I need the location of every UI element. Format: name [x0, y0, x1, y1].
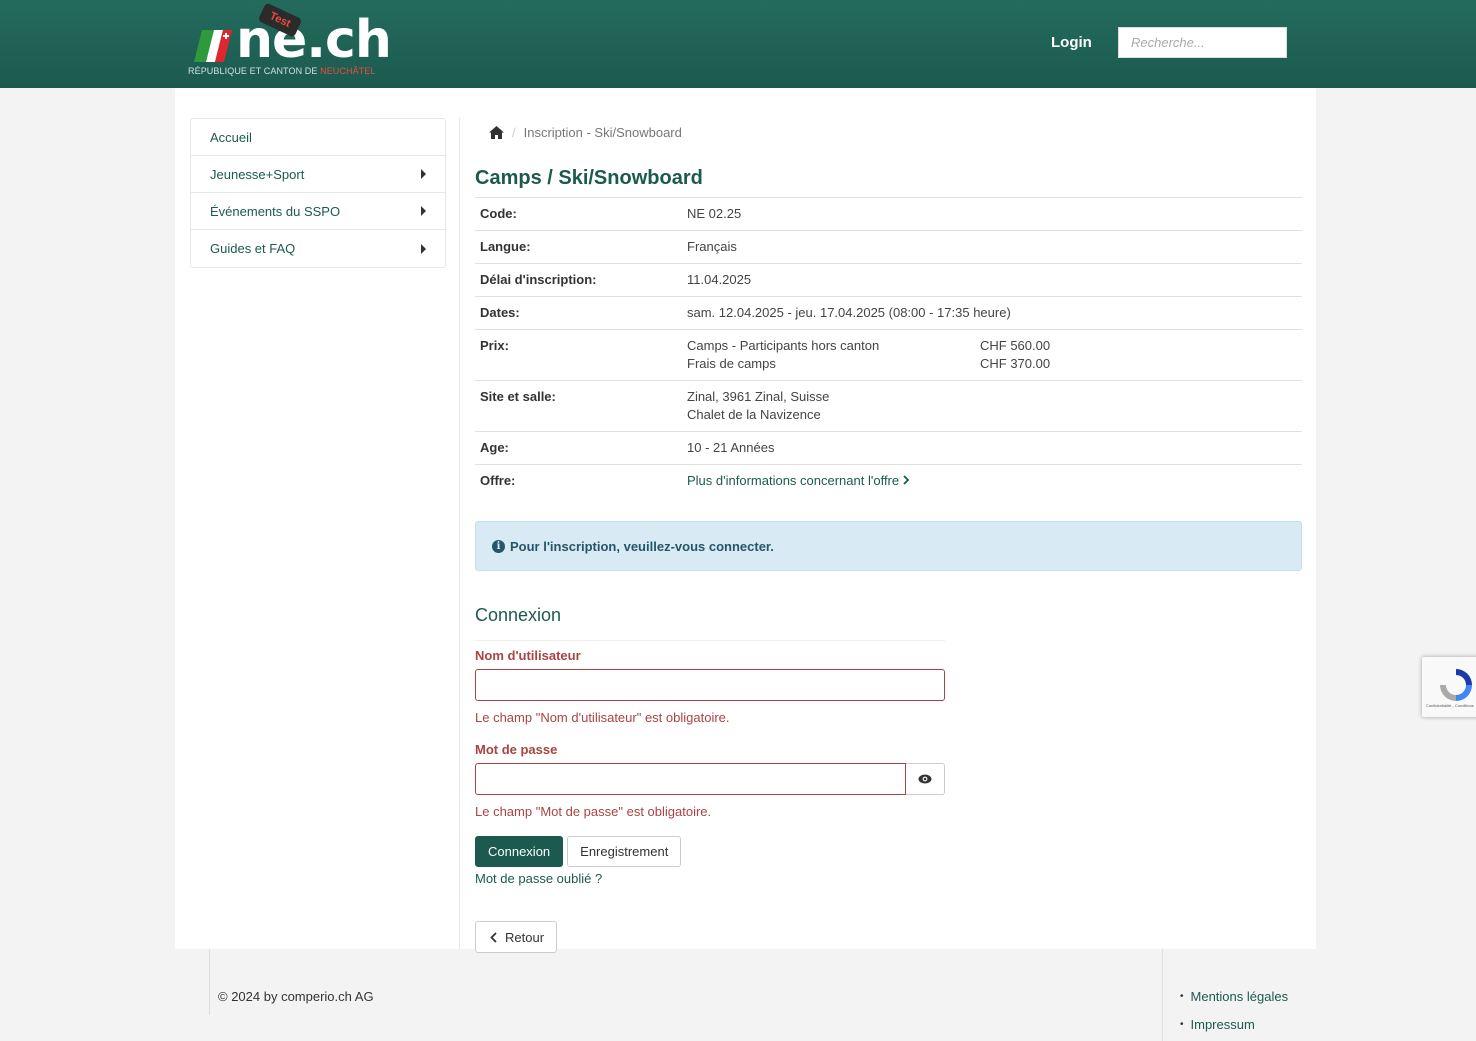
price-item: Frais de camps CHF 370.00: [687, 355, 1297, 373]
password-input[interactable]: [475, 763, 906, 795]
table-row: Offre: Plus d'informations concernant l'…: [475, 465, 1302, 498]
footer-divider-left: [209, 949, 210, 1015]
table-row: Age: 10 - 21 Années: [475, 431, 1302, 465]
username-error: Le champ "Nom d'utilisateur" est obligat…: [475, 710, 730, 725]
code-label: Code:: [475, 197, 682, 231]
footer-copyright: © 2024 by comperio.ch AG: [218, 989, 374, 1004]
login-required-alert: i Pour l'inscription, veuillez-vous conn…: [475, 521, 1302, 571]
price-name: Frais de camps: [687, 356, 776, 371]
logo-subtitle-highlight: NEUCHÂTEL: [320, 66, 376, 76]
alert-text: Pour l'inscription, veuillez-vous connec…: [510, 538, 774, 554]
offer-label: Offre:: [480, 473, 516, 488]
site-logo[interactable]: ne.ch Test RÉPUBLIQUE ET CANTON DE NEUCH…: [188, 2, 392, 80]
age-label: Age:: [475, 431, 682, 465]
site-room: Chalet de la Navizence: [687, 407, 821, 422]
dates-label: Dates:: [475, 296, 682, 330]
chevron-left-icon: [490, 931, 497, 943]
home-icon[interactable]: [489, 125, 504, 139]
table-row: Délai d'inscription: 11.04.2025: [475, 263, 1302, 297]
breadcrumb: / Inscription - Ski/Snowboard: [475, 118, 1302, 146]
main-container: Accueil Jeunesse+Sport Événements du SSP…: [175, 88, 1316, 953]
sidebar-item-guides-faq[interactable]: Guides et FAQ: [191, 230, 445, 267]
site-address: Zinal, 3961 Zinal, Suisse: [687, 389, 830, 404]
course-details-table: Code: NE 02.25 Langue: Français Délai d'…: [475, 197, 1302, 497]
recaptcha-text: Confidentialité - Conditions: [1426, 703, 1474, 708]
sidebar-item-jeunesse-sport[interactable]: Jeunesse+Sport: [191, 156, 445, 193]
logo-subtitle-prefix: RÉPUBLIQUE ET CANTON DE: [188, 66, 321, 76]
footer-divider-right: [1162, 949, 1163, 1041]
form-buttons: Connexion Enregistrement: [475, 836, 1302, 867]
price-amount: CHF 560.00: [980, 338, 1051, 353]
recaptcha-icon: [1440, 669, 1472, 701]
sidebar-item-accueil[interactable]: Accueil: [191, 119, 445, 156]
login-section-title: Connexion: [475, 605, 945, 641]
list-item: Impressum: [1180, 1017, 1288, 1041]
price-amount: CHF 370.00: [980, 356, 1051, 371]
search-input[interactable]: [1118, 27, 1287, 58]
code-value: NE 02.25: [682, 197, 1302, 231]
breadcrumb-current: Inscription - Ski/Snowboard: [523, 124, 682, 140]
footer-links: Mentions légales Impressum: [1180, 989, 1289, 1041]
caret-right-icon: [421, 206, 426, 216]
table-row: Prix: Camps - Participants hors canton C…: [475, 329, 1302, 381]
forgot-password-link[interactable]: Mot de passe oublié ?: [475, 871, 1302, 886]
login-submit-button[interactable]: Connexion: [475, 836, 564, 867]
price-item: Camps - Participants hors canton CHF 560…: [687, 337, 1297, 355]
site-value: Zinal, 3961 Zinal, Suisse Chalet de la N…: [682, 380, 1302, 432]
deadline-label: Délai d'inscription:: [475, 263, 682, 297]
sidebar-nav: Accueil Jeunesse+Sport Événements du SSP…: [190, 118, 446, 268]
site-label: Site et salle:: [475, 380, 682, 432]
list-item: Mentions légales: [1180, 989, 1289, 1017]
recaptcha-badge[interactable]: Confidentialité - Conditions: [1422, 657, 1476, 717]
show-password-button[interactable]: [906, 763, 945, 795]
sidebar-item-evenements[interactable]: Événements du SSPO: [191, 193, 445, 230]
table-row: Code: NE 02.25: [475, 197, 1302, 231]
back-button[interactable]: Retour: [475, 921, 558, 953]
footer-link-impressum[interactable]: Impressum: [1191, 1017, 1255, 1032]
page-title: Camps / Ski/Snowboard: [475, 167, 703, 189]
eye-icon: [918, 774, 932, 784]
swiss-flag-icon: [194, 30, 232, 62]
vertical-divider: [459, 118, 460, 949]
offer-link-text: Plus d'informations concernant l'offre: [687, 473, 900, 488]
logo-subtitle: RÉPUBLIQUE ET CANTON DE NEUCHÂTEL: [188, 66, 376, 76]
info-icon: i: [492, 539, 505, 553]
table-row: Site et salle: Zinal, 3961 Zinal, Suisse…: [475, 380, 1302, 432]
sidebar-item-label: Jeunesse+Sport: [210, 166, 305, 182]
header-login-link[interactable]: Login: [1051, 34, 1092, 51]
main-content: / Inscription - Ski/Snowboard Camps / Sk…: [475, 118, 1302, 953]
back-button-label: Retour: [505, 929, 545, 945]
language-label: Langue:: [475, 230, 682, 264]
sidebar-item-label: Événements du SSPO: [210, 203, 341, 219]
sidebar-item-label: Accueil: [210, 129, 252, 145]
footer-link-legal[interactable]: Mentions légales: [1191, 989, 1289, 1004]
register-button[interactable]: Enregistrement: [567, 836, 682, 867]
password-error: Le champ "Mot de passe" est obligatoire.: [475, 804, 712, 819]
price-list: Camps - Participants hors canton CHF 560…: [682, 329, 1302, 381]
price-label: Prix:: [475, 329, 682, 381]
offer-cell: Plus d'informations concernant l'offre: [682, 465, 1302, 498]
language-value: Français: [682, 230, 1302, 264]
dates-value: sam. 12.04.2025 - jeu. 17.04.2025 (08:00…: [682, 296, 1302, 330]
chevron-right-icon: [903, 475, 910, 485]
breadcrumb-separator: /: [512, 124, 516, 140]
caret-right-icon: [421, 243, 426, 254]
username-input[interactable]: [475, 669, 945, 701]
deadline-value: 11.04.2025: [682, 263, 1302, 297]
password-group: [475, 763, 945, 795]
sidebar-item-label: Guides et FAQ: [210, 241, 296, 256]
table-row: Dates: sam. 12.04.2025 - jeu. 17.04.2025…: [475, 296, 1302, 330]
password-label: Mot de passe: [475, 742, 558, 757]
site-header: ne.ch Test RÉPUBLIQUE ET CANTON DE NEUCH…: [0, 0, 1476, 88]
price-name: Camps - Participants hors canton: [687, 338, 880, 353]
age-value: 10 - 21 Années: [682, 431, 1302, 465]
username-label: Nom d'utilisateur: [475, 648, 581, 663]
caret-right-icon: [421, 169, 426, 179]
table-row: Langue: Français: [475, 230, 1302, 264]
offer-info-link[interactable]: Plus d'informations concernant l'offre: [687, 473, 910, 488]
